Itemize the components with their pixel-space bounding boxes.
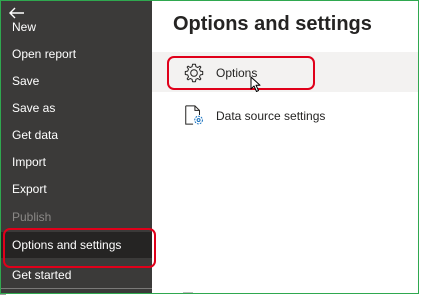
mouse-cursor-icon: [250, 76, 261, 92]
menu-item-get-started[interactable]: Get started: [1, 262, 152, 288]
option-row-data-source-settings[interactable]: Data source settings: [152, 95, 419, 135]
menu-item-get-data[interactable]: Get data: [1, 122, 152, 148]
menu-item-import[interactable]: Import: [1, 149, 152, 175]
page-title: Options and settings: [173, 13, 372, 35]
bottom-edge-marks: [0, 292, 193, 295]
menu-item-new[interactable]: New: [1, 14, 152, 40]
option-label-data-source-settings: Data source settings: [216, 109, 326, 123]
menu-item-save-as[interactable]: Save as: [1, 95, 152, 121]
menu-item-save[interactable]: Save: [1, 68, 152, 94]
data-source-gear-icon: [185, 105, 203, 125]
backstage-sidebar: New Open report Save Save as Get data Im…: [1, 1, 152, 294]
gear-icon: [184, 63, 204, 83]
menu-item-open-report[interactable]: Open report: [1, 41, 152, 67]
menu-item-options-and-settings[interactable]: Options and settings: [1, 232, 152, 258]
menu-item-publish: Publish: [12, 210, 52, 224]
menu-item-export[interactable]: Export: [1, 176, 152, 202]
main-panel: Options and settings Options Data source…: [152, 1, 419, 294]
option-row-options[interactable]: Options: [152, 52, 419, 92]
